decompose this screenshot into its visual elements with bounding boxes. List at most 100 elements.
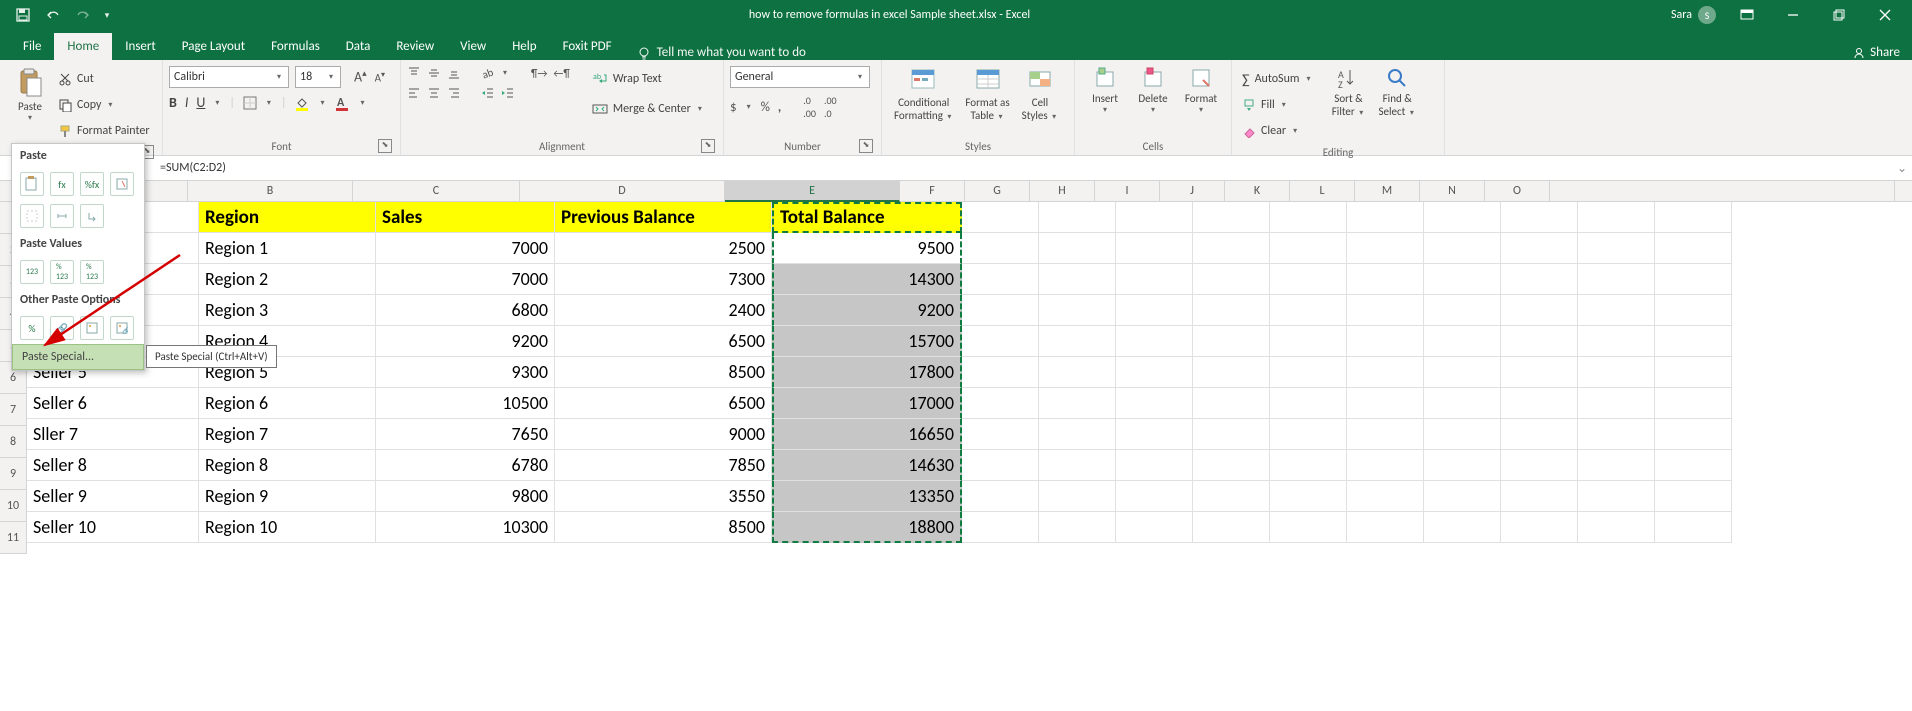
cell[interactable]: Region 9 bbox=[199, 481, 376, 512]
format-button[interactable]: Format▾ bbox=[1177, 62, 1225, 119]
cell[interactable]: Seller 9 bbox=[27, 481, 199, 512]
cell[interactable] bbox=[1501, 264, 1578, 295]
cell[interactable] bbox=[962, 202, 1039, 233]
cell[interactable]: Total Balance bbox=[772, 202, 962, 233]
formula-bar-expand[interactable]: ⌄ bbox=[1892, 161, 1912, 176]
cell[interactable] bbox=[1501, 450, 1578, 481]
cell[interactable] bbox=[1424, 233, 1501, 264]
cell[interactable]: 15700 bbox=[772, 326, 962, 357]
bold-button[interactable]: B bbox=[169, 94, 177, 111]
ribbon-options-button[interactable] bbox=[1724, 0, 1770, 30]
cell[interactable] bbox=[1039, 481, 1116, 512]
insert-button[interactable]: Insert▾ bbox=[1081, 62, 1129, 119]
col-header-G[interactable]: G bbox=[965, 181, 1030, 201]
cell[interactable] bbox=[1501, 481, 1578, 512]
cell[interactable] bbox=[1347, 388, 1424, 419]
col-header-N[interactable]: N bbox=[1420, 181, 1485, 201]
cell[interactable] bbox=[1424, 295, 1501, 326]
cell[interactable]: Sller 7 bbox=[27, 419, 199, 450]
align-right-button[interactable] bbox=[447, 86, 461, 100]
cell[interactable] bbox=[1347, 264, 1424, 295]
paste-formatting-option[interactable]: % bbox=[20, 316, 44, 340]
ltr-button[interactable]: ¶→ bbox=[531, 67, 547, 80]
user-account[interactable]: Sara S bbox=[1663, 6, 1724, 24]
cell[interactable] bbox=[1347, 419, 1424, 450]
cell[interactable] bbox=[1347, 202, 1424, 233]
paste-keep-source-option[interactable] bbox=[110, 172, 134, 196]
cell[interactable] bbox=[1116, 295, 1193, 326]
row-header-11[interactable]: 11 bbox=[0, 522, 27, 554]
merge-center-button[interactable]: Merge & Center▾ bbox=[588, 96, 708, 122]
cell[interactable]: 10300 bbox=[376, 512, 555, 543]
cell[interactable] bbox=[1039, 512, 1116, 543]
wrap-text-button[interactable]: abWrap Text bbox=[588, 66, 708, 92]
close-button[interactable] bbox=[1862, 0, 1908, 30]
tab-review[interactable]: Review bbox=[383, 33, 447, 60]
sort-filter-button[interactable]: AZSort &Filter ▾ bbox=[1324, 62, 1372, 122]
cell[interactable] bbox=[1039, 388, 1116, 419]
cell[interactable]: 16650 bbox=[772, 419, 962, 450]
cell[interactable]: Seller 6 bbox=[27, 388, 199, 419]
tab-formulas[interactable]: Formulas bbox=[258, 33, 333, 60]
cell[interactable]: Seller 8 bbox=[27, 450, 199, 481]
cell[interactable] bbox=[1116, 512, 1193, 543]
cell[interactable] bbox=[962, 450, 1039, 481]
cell[interactable] bbox=[1347, 512, 1424, 543]
cell[interactable] bbox=[1039, 295, 1116, 326]
cell[interactable] bbox=[1116, 357, 1193, 388]
tab-page-layout[interactable]: Page Layout bbox=[169, 33, 258, 60]
qat-customize[interactable]: ▾ bbox=[98, 0, 116, 30]
conditional-formatting-button[interactable]: ConditionalFormatting ▾ bbox=[888, 62, 959, 126]
col-header-H[interactable]: H bbox=[1030, 181, 1095, 201]
delete-button[interactable]: Delete▾ bbox=[1129, 62, 1177, 119]
align-top-button[interactable] bbox=[407, 66, 421, 80]
cell[interactable] bbox=[1193, 419, 1270, 450]
cell[interactable]: Region 8 bbox=[199, 450, 376, 481]
cell[interactable] bbox=[1424, 450, 1501, 481]
cell[interactable] bbox=[1270, 481, 1347, 512]
cell[interactable] bbox=[962, 295, 1039, 326]
cell[interactable] bbox=[1270, 233, 1347, 264]
align-middle-button[interactable] bbox=[427, 66, 441, 80]
cell[interactable]: 6800 bbox=[376, 295, 555, 326]
cell[interactable] bbox=[1116, 326, 1193, 357]
cell[interactable] bbox=[1578, 388, 1655, 419]
cell[interactable] bbox=[1578, 326, 1655, 357]
paste-values-option[interactable]: 123 bbox=[20, 260, 44, 284]
orientation-button[interactable]: ab bbox=[481, 66, 495, 80]
cell[interactable] bbox=[1039, 202, 1116, 233]
increase-font-button[interactable]: A▴ bbox=[351, 68, 370, 86]
cell[interactable] bbox=[1270, 388, 1347, 419]
col-header-M[interactable]: M bbox=[1355, 181, 1420, 201]
font-name-select[interactable]: Calibri▾ bbox=[169, 66, 289, 88]
paste-button[interactable]: Paste ▾ bbox=[6, 62, 54, 127]
cell[interactable] bbox=[1116, 419, 1193, 450]
cell[interactable] bbox=[1193, 202, 1270, 233]
decrease-indent-button[interactable] bbox=[481, 86, 495, 100]
cell[interactable]: 17000 bbox=[772, 388, 962, 419]
cell[interactable] bbox=[1193, 450, 1270, 481]
cell[interactable] bbox=[1578, 512, 1655, 543]
cell[interactable] bbox=[1116, 233, 1193, 264]
cell[interactable] bbox=[1655, 357, 1732, 388]
cell[interactable] bbox=[1270, 357, 1347, 388]
cell[interactable]: Previous Balance bbox=[555, 202, 772, 233]
cell[interactable] bbox=[1116, 264, 1193, 295]
cell[interactable] bbox=[1501, 357, 1578, 388]
cell[interactable] bbox=[1655, 512, 1732, 543]
paste-formulas-option[interactable]: fx bbox=[50, 172, 74, 196]
cell[interactable] bbox=[1578, 419, 1655, 450]
cell[interactable]: 7000 bbox=[376, 233, 555, 264]
cell[interactable] bbox=[1578, 233, 1655, 264]
cell[interactable] bbox=[1116, 202, 1193, 233]
cell[interactable]: Region 3 bbox=[199, 295, 376, 326]
cell[interactable] bbox=[1501, 326, 1578, 357]
redo-button[interactable] bbox=[68, 0, 98, 30]
vertical-scrollbar[interactable] bbox=[1894, 181, 1912, 201]
cell[interactable] bbox=[1270, 202, 1347, 233]
row-header-8[interactable]: 8 bbox=[0, 426, 27, 458]
cell[interactable]: Region 7 bbox=[199, 419, 376, 450]
cell[interactable]: 3550 bbox=[555, 481, 772, 512]
cell[interactable] bbox=[1193, 295, 1270, 326]
align-left-button[interactable] bbox=[407, 86, 421, 100]
